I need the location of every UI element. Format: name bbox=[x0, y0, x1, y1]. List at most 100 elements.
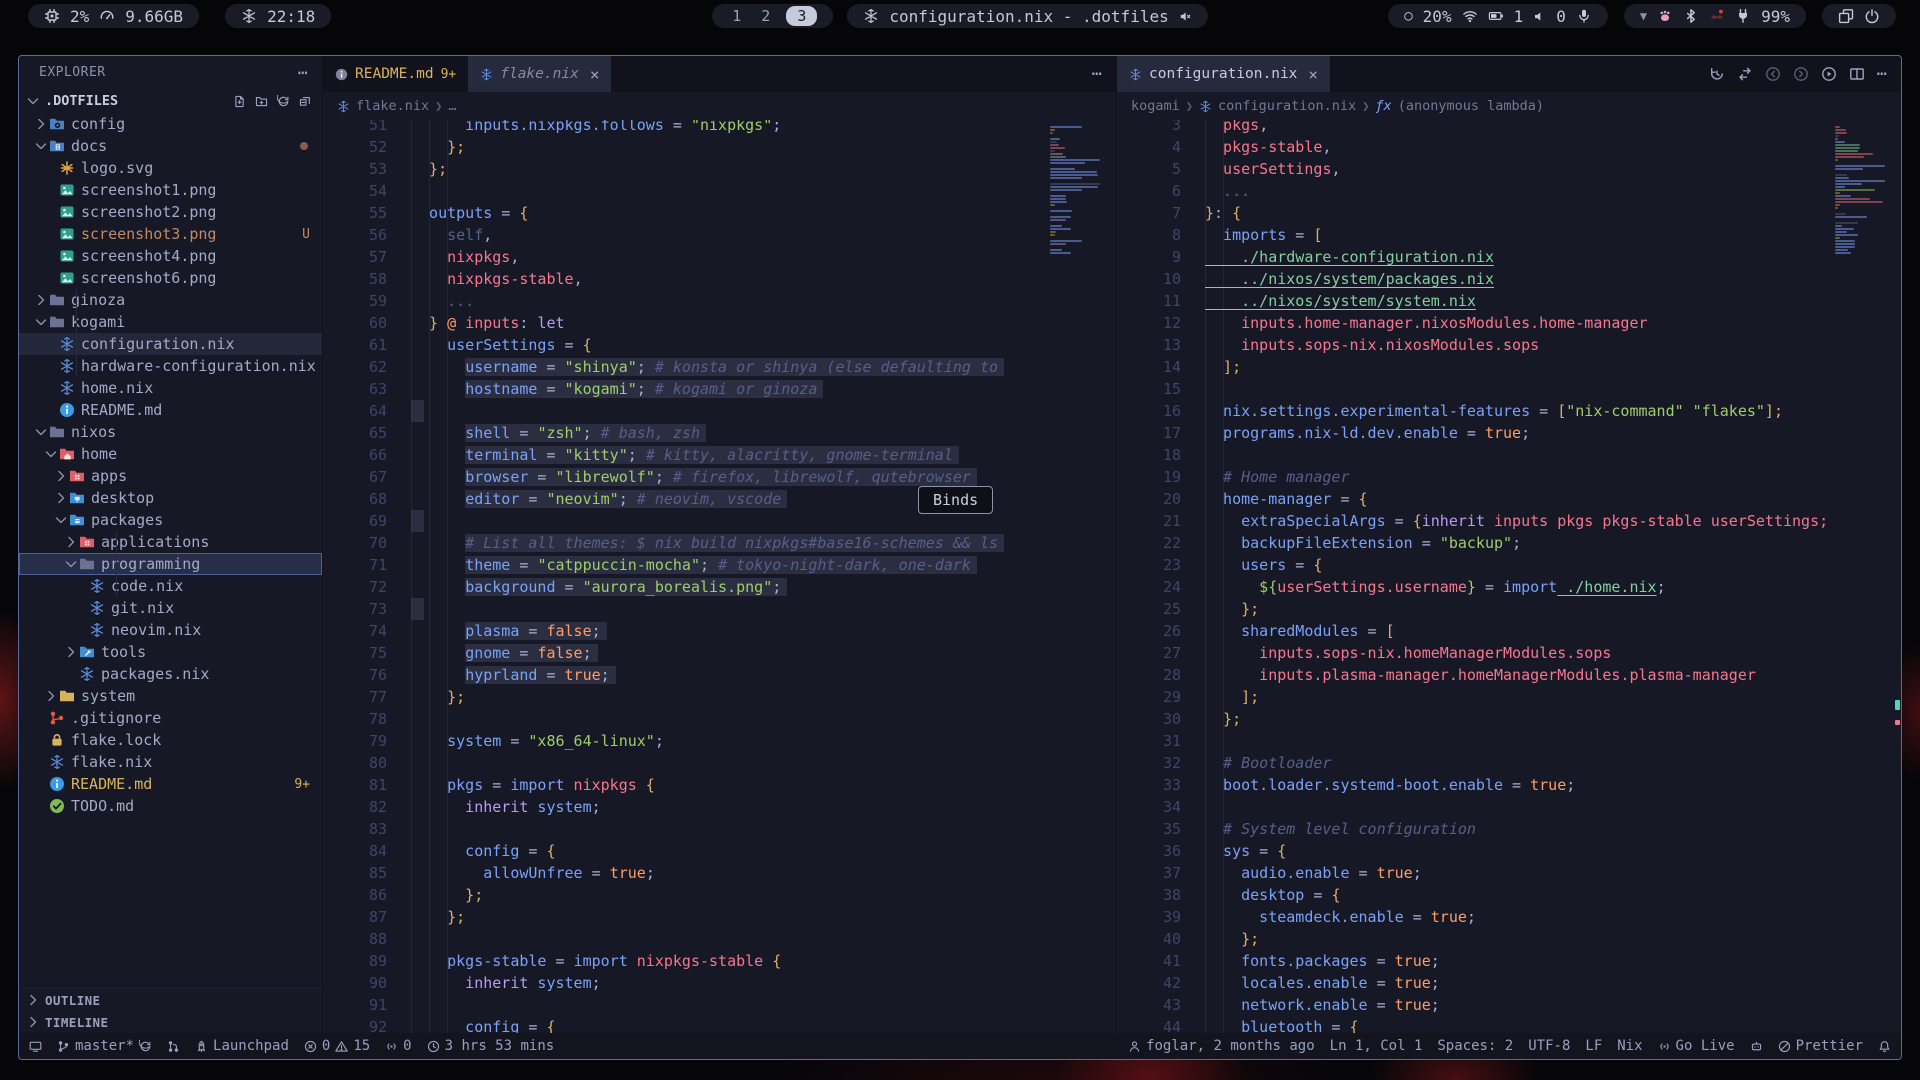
code-editor-configuration[interactable]: 3 pkgs,4 pkgs-stable,5 userSettings,6 ..… bbox=[1117, 120, 1901, 1033]
explorer-more-actions-icon[interactable]: ⋯ bbox=[298, 63, 308, 82]
code-line[interactable]: 74 plasma = false; bbox=[323, 620, 1050, 642]
code-line[interactable]: 17 programs.nix-ld.dev.enable = true; bbox=[1117, 422, 1835, 444]
breadcrumb-item[interactable]: … bbox=[448, 98, 456, 114]
history-icon[interactable] bbox=[1709, 66, 1725, 82]
code-line[interactable]: 40 }; bbox=[1117, 928, 1835, 950]
code-line[interactable]: 23 users = { bbox=[1117, 554, 1835, 576]
code-line[interactable]: 57 nixpkgs, bbox=[323, 246, 1050, 268]
windows-overview-icon[interactable] bbox=[1838, 8, 1854, 24]
copilot-item[interactable] bbox=[1750, 1040, 1763, 1053]
code-line[interactable]: 28 inputs.plasma-manager.homeManagerModu… bbox=[1117, 664, 1835, 686]
code-line[interactable]: 56 self, bbox=[323, 224, 1050, 246]
code-line[interactable]: 73 bbox=[323, 598, 1050, 620]
close-tab-icon[interactable]: × bbox=[1308, 65, 1318, 84]
notifications-item[interactable] bbox=[1878, 1040, 1891, 1053]
code-line[interactable]: 26 sharedModules = [ bbox=[1117, 620, 1835, 642]
ports-item[interactable]: 0 bbox=[385, 1038, 411, 1054]
editor-more-actions-icon[interactable]: ⋯ bbox=[1092, 64, 1102, 84]
minimap-left[interactable] bbox=[1050, 126, 1106, 255]
tree-item-kogami[interactable]: kogami bbox=[19, 311, 322, 333]
code-line[interactable]: 88 bbox=[323, 928, 1050, 950]
code-line[interactable]: 34 bbox=[1117, 796, 1835, 818]
collapse-folders-button[interactable] bbox=[299, 95, 312, 108]
code-line[interactable]: 20 home-manager = { bbox=[1117, 488, 1835, 510]
code-line[interactable]: 14 ]; bbox=[1117, 356, 1835, 378]
code-line[interactable]: 10 ../nixos/system/packages.nix bbox=[1117, 268, 1835, 290]
tree-item-desktop[interactable]: desktop bbox=[19, 487, 322, 509]
remote-indicator[interactable] bbox=[29, 1040, 42, 1053]
code-line[interactable]: 92 config = { bbox=[323, 1016, 1050, 1033]
refresh-explorer-button[interactable] bbox=[277, 95, 290, 108]
run-file-icon[interactable] bbox=[1821, 66, 1837, 82]
code-line[interactable]: 67 browser = "librewolf"; # firefox, lib… bbox=[323, 466, 1050, 488]
tree-item-logo.svg[interactable]: logo.svg bbox=[19, 157, 322, 179]
breadcrumb-item[interactable]: configuration.nix bbox=[1218, 98, 1356, 114]
code-line[interactable]: 25 }; bbox=[1117, 598, 1835, 620]
tree-item-README.md[interactable]: README.md9+ bbox=[19, 773, 322, 795]
tray-pill[interactable]: ▼ 99% bbox=[1624, 4, 1806, 28]
power-button-icon[interactable] bbox=[1864, 8, 1880, 24]
code-line[interactable]: 79 system = "x86_64-linux"; bbox=[323, 730, 1050, 752]
tree-item-docs[interactable]: docs bbox=[19, 135, 322, 157]
code-line[interactable]: 75 gnome = false; bbox=[323, 642, 1050, 664]
code-line[interactable]: 42 locales.enable = true; bbox=[1117, 972, 1835, 994]
code-line[interactable]: 60 } @ inputs: let bbox=[323, 312, 1050, 334]
code-line[interactable]: 43 network.enable = true; bbox=[1117, 994, 1835, 1016]
tree-item-config[interactable]: config bbox=[19, 113, 322, 135]
code-line[interactable]: 83 bbox=[323, 818, 1050, 840]
code-line[interactable]: 35 # System level configuration bbox=[1117, 818, 1835, 840]
workspace-3[interactable]: 3 bbox=[786, 6, 817, 26]
tree-item-apps[interactable]: apps bbox=[19, 465, 322, 487]
notification-tray-icon[interactable] bbox=[1709, 8, 1725, 24]
code-line[interactable]: 61 userSettings = { bbox=[323, 334, 1050, 356]
code-line[interactable]: 65 shell = "zsh"; # bash, zsh bbox=[323, 422, 1050, 444]
code-line[interactable]: 6 ... bbox=[1117, 180, 1835, 202]
tree-item-tools[interactable]: tools bbox=[19, 641, 322, 663]
code-line[interactable]: 41 fonts.packages = true; bbox=[1117, 950, 1835, 972]
code-line[interactable]: 91 bbox=[323, 994, 1050, 1016]
code-line[interactable]: 7}: { bbox=[1117, 202, 1835, 224]
code-line[interactable]: 72 background = "aurora_borealis.png"; bbox=[323, 576, 1050, 598]
breadcrumb-left[interactable]: flake.nix ❯ … bbox=[323, 92, 1116, 120]
code-line[interactable]: 66 terminal = "kitty"; # kitty, alacritt… bbox=[323, 444, 1050, 466]
code-line[interactable]: 70 # List all themes: $ nix build nixpkg… bbox=[323, 532, 1050, 554]
outline-section[interactable]: OUTLINE bbox=[19, 989, 322, 1011]
tree-item-nixos[interactable]: nixos bbox=[19, 421, 322, 443]
tab-flake-nix[interactable]: flake.nix × bbox=[468, 56, 611, 92]
code-line[interactable]: 19 # Home manager bbox=[1117, 466, 1835, 488]
formatter-item[interactable]: Prettier bbox=[1778, 1038, 1863, 1054]
new-file-button[interactable] bbox=[233, 95, 246, 108]
timeline-section[interactable]: TIMELINE bbox=[19, 1011, 322, 1033]
editor-more-actions-icon[interactable]: ⋯ bbox=[1877, 64, 1887, 84]
tree-item-.gitignore[interactable]: .gitignore bbox=[19, 707, 322, 729]
encoding-setting[interactable]: UTF-8 bbox=[1528, 1038, 1570, 1054]
code-line[interactable]: 77 }; bbox=[323, 686, 1050, 708]
clock-pill[interactable]: 22:18 bbox=[225, 4, 331, 28]
tree-item-screenshot3.png[interactable]: screenshot3.pngU bbox=[19, 223, 322, 245]
workspace-root-row[interactable]: .DOTFILES bbox=[19, 89, 322, 113]
pull-request-item[interactable] bbox=[167, 1040, 180, 1053]
code-line[interactable]: 54 bbox=[323, 180, 1050, 202]
indentation-setting[interactable]: Spaces: 2 bbox=[1437, 1038, 1513, 1054]
code-line[interactable]: 21 extraSpecialArgs = {inherit inputs pk… bbox=[1117, 510, 1835, 532]
code-line[interactable]: 63 hostname = "kogami"; # kogami or gino… bbox=[323, 378, 1050, 400]
problems-item[interactable]: 0 15 bbox=[304, 1038, 370, 1054]
tree-item-TODO.md[interactable]: TODO.md bbox=[19, 795, 322, 817]
code-line[interactable]: 85 allowUnfree = true; bbox=[323, 862, 1050, 884]
tree-item-screenshot1.png[interactable]: screenshot1.png bbox=[19, 179, 322, 201]
code-line[interactable]: 76 hyprland = true; bbox=[323, 664, 1050, 686]
breadcrumb-item[interactable]: flake.nix bbox=[356, 98, 429, 114]
tree-item-screenshot6.png[interactable]: screenshot6.png bbox=[19, 267, 322, 289]
code-line[interactable]: 5 userSettings, bbox=[1117, 158, 1835, 180]
tree-item-home[interactable]: home bbox=[19, 443, 322, 465]
code-line[interactable]: 38 desktop = { bbox=[1117, 884, 1835, 906]
code-line[interactable]: 86 }; bbox=[323, 884, 1050, 906]
code-line[interactable]: 36 sys = { bbox=[1117, 840, 1835, 862]
code-line[interactable]: 87 }; bbox=[323, 906, 1050, 928]
code-line[interactable]: 22 backupFileExtension = "backup"; bbox=[1117, 532, 1835, 554]
code-line[interactable]: 12 inputs.home-manager.nixosModules.home… bbox=[1117, 312, 1835, 334]
code-line[interactable]: 58 nixpkgs-stable, bbox=[323, 268, 1050, 290]
tree-item-applications[interactable]: applications bbox=[19, 531, 322, 553]
code-line[interactable]: 31 bbox=[1117, 730, 1835, 752]
tree-item-packages.nix[interactable]: packages.nix bbox=[19, 663, 322, 685]
